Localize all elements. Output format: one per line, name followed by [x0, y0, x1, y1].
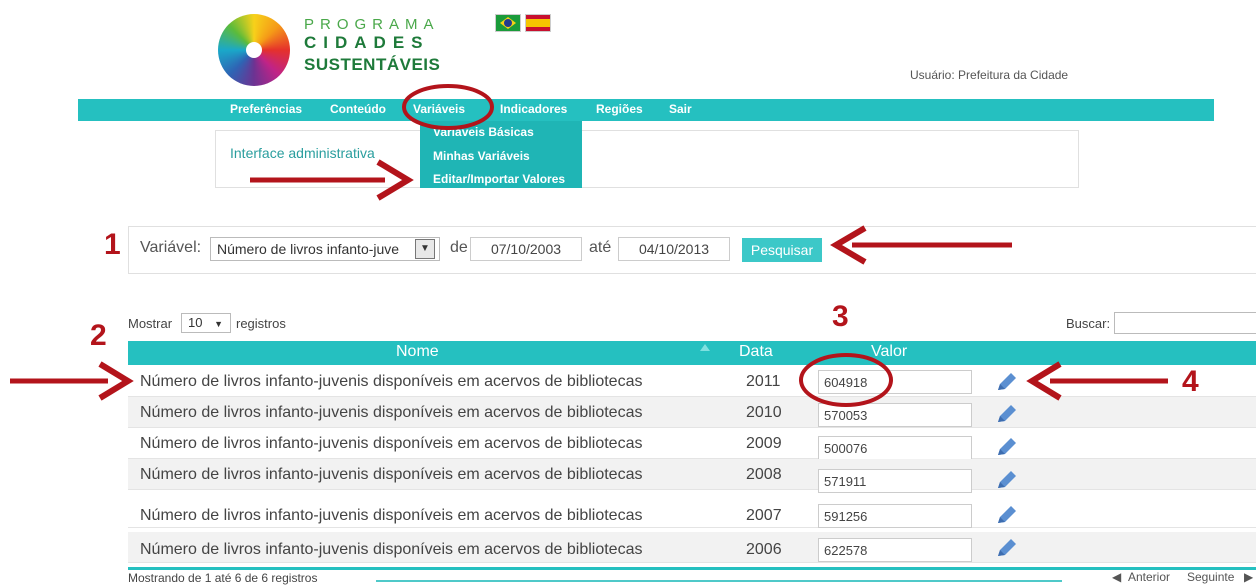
nav-indicadores[interactable]: Indicadores	[500, 102, 567, 116]
next-arrow-icon[interactable]: ▶	[1244, 570, 1253, 584]
sort-asc-icon	[700, 344, 710, 351]
search-label: Buscar:	[1066, 316, 1111, 331]
variable-select[interactable]: Número de livros infanto-juve	[210, 237, 440, 261]
row-year: 2007	[746, 507, 782, 524]
pagination-next[interactable]: Seguinte	[1187, 570, 1234, 584]
annotation-number-3: 3	[832, 300, 849, 333]
row-name: Número de livros infanto-juvenis disponí…	[140, 507, 643, 524]
row-value-input[interactable]: 570053	[818, 403, 972, 427]
row-value-input[interactable]: 604918	[818, 370, 972, 394]
variable-label: Variável:	[140, 239, 202, 256]
table-info: Mostrando de 1 até 6 de 6 registros	[128, 571, 318, 585]
logo-text-cidades: CIDADES	[304, 33, 430, 52]
row-value-input[interactable]: 622578	[818, 538, 972, 562]
from-label: de	[450, 239, 468, 256]
annotation-number-4: 4	[1182, 365, 1199, 398]
search-button[interactable]: Pesquisar	[742, 238, 822, 262]
admin-title: Interface administrativa	[230, 145, 375, 161]
page-size-value: 10	[188, 315, 203, 330]
row-year: 2011	[746, 373, 781, 390]
nav-variaveis[interactable]: Variáveis	[413, 102, 465, 116]
pencil-icon[interactable]	[995, 537, 1019, 559]
pencil-icon[interactable]	[995, 403, 1019, 425]
records-label: registros	[236, 316, 286, 331]
row-year: 2006	[746, 541, 782, 558]
logo-center	[246, 42, 262, 58]
row-name: Número de livros infanto-juvenis disponí…	[140, 541, 643, 558]
row-value-input[interactable]: 571911	[818, 469, 972, 493]
prev-arrow-icon[interactable]: ◀	[1112, 570, 1121, 584]
brazil-flag-icon[interactable]	[495, 14, 521, 32]
chevron-down-icon: ▼	[214, 319, 224, 329]
pencil-icon[interactable]	[995, 436, 1019, 458]
nav-preferencias[interactable]: Preferências	[230, 102, 302, 116]
user-label: Usuário: Prefeitura da Cidade	[910, 68, 1069, 82]
menu-item-editar-importar[interactable]: Editar/Importar Valores	[433, 172, 565, 186]
row-name: Número de livros infanto-juvenis disponí…	[140, 435, 643, 452]
date-to-input[interactable]: 04/10/2013	[618, 237, 730, 261]
logo-text-programa: PROGRAMA	[304, 16, 440, 33]
row-year: 2010	[746, 404, 782, 421]
nav-regioes[interactable]: Regiões	[596, 102, 643, 116]
nav-sair[interactable]: Sair	[669, 102, 692, 116]
show-label: Mostrar	[128, 316, 173, 331]
nav-conteudo[interactable]: Conteúdo	[330, 102, 386, 116]
column-header-nome[interactable]: Nome	[396, 343, 439, 361]
page-size-select[interactable]: 10 ▼	[181, 313, 231, 333]
table-header	[128, 341, 1256, 365]
loading-bar	[376, 580, 1062, 582]
pencil-icon[interactable]	[995, 504, 1019, 526]
to-label: até	[589, 239, 612, 256]
annotation-number-1: 1	[104, 228, 121, 261]
pencil-icon[interactable]	[995, 371, 1019, 393]
table-footer-bar	[128, 567, 1256, 570]
search-input[interactable]	[1114, 312, 1256, 334]
pagination-prev[interactable]: Anterior	[1128, 570, 1170, 584]
row-name: Número de livros infanto-juvenis disponí…	[140, 404, 643, 421]
row-year: 2009	[746, 435, 782, 452]
date-from-input[interactable]: 07/10/2003	[470, 237, 582, 261]
arrow-to-row	[10, 361, 134, 401]
pencil-icon[interactable]	[995, 469, 1019, 491]
annotation-number-2: 2	[90, 319, 107, 352]
row-name: Número de livros infanto-juvenis disponí…	[140, 373, 643, 390]
row-value-input[interactable]: 591256	[818, 504, 972, 528]
row-value-input[interactable]: 500076	[818, 436, 972, 460]
row-year: 2008	[746, 466, 782, 483]
chevron-down-icon[interactable]: ▼	[415, 239, 435, 259]
row-name: Número de livros infanto-juvenis disponí…	[140, 466, 643, 483]
column-header-data[interactable]: Data	[739, 343, 773, 361]
spain-flag-icon[interactable]	[525, 14, 551, 32]
menu-item-minhas-variaveis[interactable]: Minhas Variáveis	[433, 149, 530, 163]
column-header-valor[interactable]: Valor	[871, 343, 907, 361]
logo-text-sustentaveis: SUSTENTÁVEIS	[304, 55, 441, 74]
menu-item-variaveis-basicas[interactable]: Variáveis Básicas	[433, 125, 534, 139]
